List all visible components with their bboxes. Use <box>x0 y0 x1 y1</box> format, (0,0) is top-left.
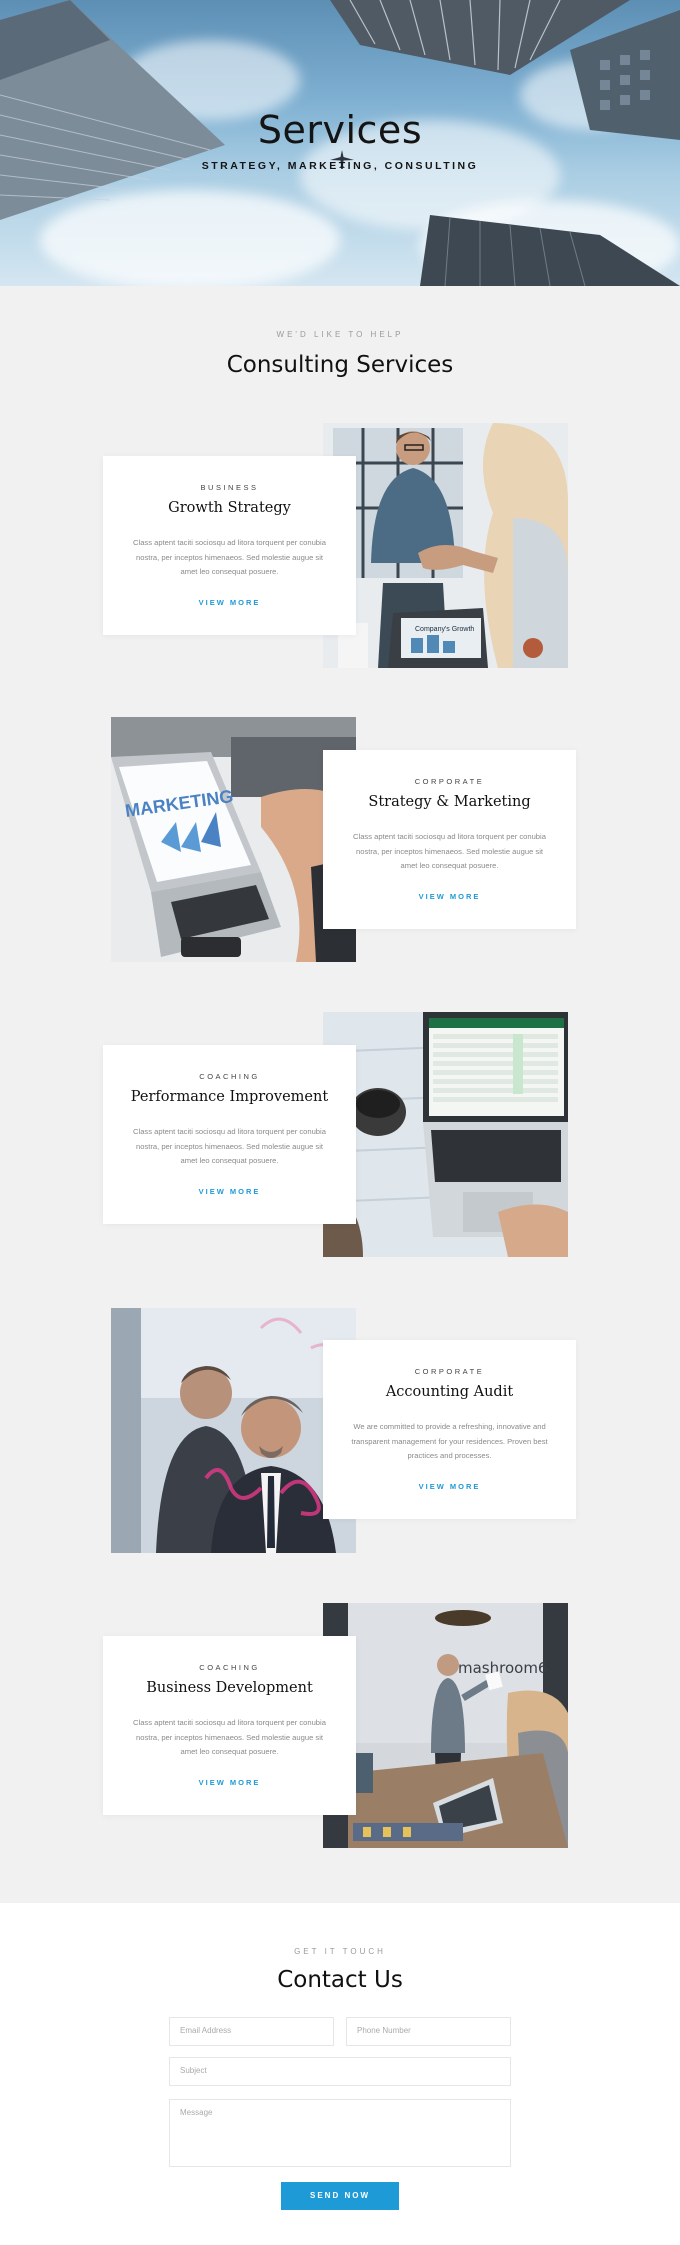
service-description: Class aptent taciti sociosqu ad litora t… <box>133 1127 326 1165</box>
send-now-button[interactable]: SEND NOW <box>281 2182 399 2210</box>
message-field[interactable]: Message <box>169 2099 511 2167</box>
view-more-link[interactable]: VIEW MORE <box>103 1778 356 1787</box>
service-description: We are committed to provide a refreshing… <box>351 1422 548 1460</box>
service-card-strategy-marketing: CORPORATE Strategy & Marketing Class apt… <box>323 750 576 929</box>
service-category: BUSINESS <box>200 483 259 492</box>
service-category: CORPORATE <box>414 777 485 786</box>
service-title: Strategy & Marketing <box>368 794 531 810</box>
service-card-accounting-audit: CORPORATE Accounting Audit We are commit… <box>323 1340 576 1519</box>
service-title: Business Development <box>146 1680 313 1696</box>
service-title: Growth Strategy <box>168 500 291 516</box>
contact-title: Contact Us <box>277 1967 403 1993</box>
view-more-link[interactable]: VIEW MORE <box>323 892 576 901</box>
svg-text:Company's Growth: Company's Growth <box>415 626 474 633</box>
service-description: Class aptent taciti sociosqu ad litora t… <box>133 1718 326 1756</box>
email-field[interactable]: Email Address <box>169 2017 334 2046</box>
service-image-performance-improvement <box>323 1012 568 1257</box>
view-more-link[interactable]: VIEW MORE <box>103 598 356 607</box>
service-card-performance-improvement: COACHING Performance Improvement Class a… <box>103 1045 356 1224</box>
skyscraper-bottom <box>420 215 680 286</box>
contact-eyebrow: GET IT TOUCH <box>294 1947 386 1956</box>
svg-text:mashroom6: mashroom6 <box>458 1659 547 1677</box>
service-card-growth-strategy: BUSINESS Growth Strategy Class aptent ta… <box>103 456 356 635</box>
phone-field[interactable]: Phone Number <box>346 2017 511 2046</box>
service-description: Class aptent taciti sociosqu ad litora t… <box>133 538 326 576</box>
services-eyebrow: WE'D LIKE TO HELP <box>276 330 404 339</box>
service-category: COACHING <box>199 1663 260 1672</box>
hero-banner: Services STRATEGY, MARKETING, CONSULTING <box>0 0 680 286</box>
service-category: CORPORATE <box>414 1367 485 1376</box>
service-image-business-development: mashroom6 <box>323 1603 568 1848</box>
service-title: Accounting Audit <box>385 1384 514 1400</box>
page-subtitle: STRATEGY, MARKETING, CONSULTING <box>201 160 479 172</box>
service-image-growth-strategy: Company's Growth <box>323 423 568 668</box>
service-card-business-development: COACHING Business Development Class apte… <box>103 1636 356 1815</box>
service-image-accounting-audit <box>111 1308 356 1553</box>
page-title: Services <box>257 108 423 152</box>
view-more-link[interactable]: VIEW MORE <box>323 1482 576 1491</box>
service-image-strategy-marketing: MARKETING <box>111 717 356 962</box>
subject-field[interactable]: Subject <box>169 2057 511 2086</box>
service-title: Performance Improvement <box>130 1089 329 1105</box>
service-category: COACHING <box>199 1072 260 1081</box>
service-description: Class aptent taciti sociosqu ad litora t… <box>353 832 546 870</box>
services-title: Consulting Services <box>226 352 454 378</box>
view-more-link[interactable]: VIEW MORE <box>103 1187 356 1196</box>
